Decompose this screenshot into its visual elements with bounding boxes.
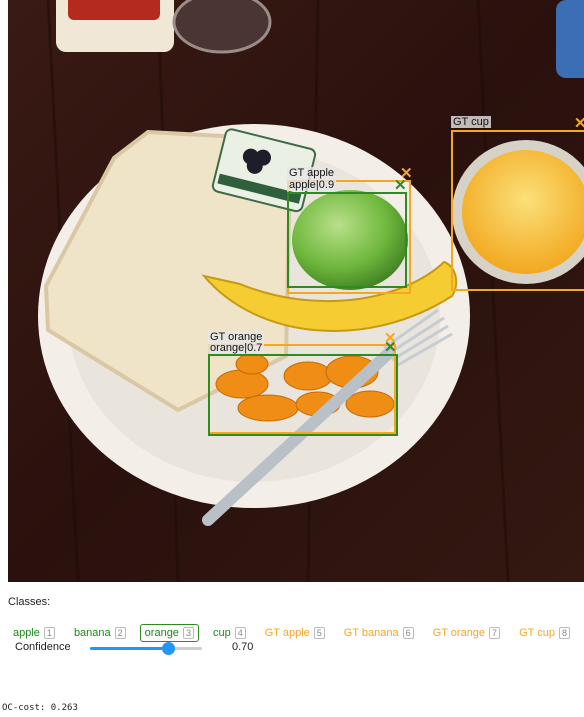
- class-chip-label: GT orange: [432, 627, 486, 639]
- class-chip-cup[interactable]: cup 4: [208, 624, 251, 642]
- gt-cup-label: GT cup: [451, 116, 491, 128]
- confidence-value: 0.70: [232, 641, 254, 653]
- classes-title: Classes:: [8, 596, 51, 608]
- class-chip-label: GT cup: [519, 627, 555, 639]
- slider-fill: [90, 647, 169, 650]
- class-chip-gt-apple[interactable]: GT apple 5: [260, 624, 330, 642]
- confidence-label: Confidence: [15, 641, 71, 653]
- shortcut-key: 1: [43, 627, 55, 639]
- class-chip-gt-cup[interactable]: GT cup 8: [514, 624, 575, 642]
- class-chip-label: banana: [73, 627, 111, 639]
- pred-orange-box: [208, 354, 398, 436]
- class-chip-orange[interactable]: orange 3: [139, 624, 199, 642]
- class-chip-apple[interactable]: apple 1: [8, 624, 60, 642]
- pred-apple-corner-x-icon: ✕: [394, 177, 407, 194]
- class-chip-gt-banana[interactable]: GT banana 6: [339, 624, 419, 642]
- pred-orange-corner-x-icon: ✕: [384, 339, 397, 356]
- shortcut-key: 2: [114, 627, 126, 639]
- oc-cost-readout: OC-cost: 0.263: [2, 703, 78, 713]
- shortcut-key: 5: [313, 627, 325, 639]
- gt-cup-box: [451, 130, 584, 291]
- class-chip-label: GT banana: [343, 627, 399, 639]
- shortcut-key: 4: [234, 627, 246, 639]
- class-chip-label: apple: [13, 627, 40, 639]
- shortcut-key: 8: [558, 627, 570, 639]
- class-chip-banana[interactable]: banana 2: [69, 624, 131, 642]
- pred-orange-label: orange|0.7: [208, 342, 265, 354]
- shortcut-key: 3: [182, 627, 194, 639]
- class-chip-label: GT apple: [264, 627, 310, 639]
- pred-apple-label: apple|0.9: [287, 179, 337, 191]
- class-chip-gt-orange[interactable]: GT orange 7: [428, 624, 505, 642]
- shortcut-key: 6: [402, 627, 414, 639]
- pred-apple-box: [287, 192, 407, 288]
- class-selector: apple 1 banana 2 orange 3 cup 4 GT apple…: [8, 622, 584, 644]
- gt-apple-label: GT apple: [287, 167, 337, 179]
- confidence-slider[interactable]: [90, 642, 202, 655]
- detection-image: GT cup ✕ GT apple ✕ apple|0.9 ✕ GT orang…: [8, 0, 584, 582]
- slider-thumb[interactable]: [162, 642, 176, 655]
- gt-cup-corner-x-icon: ✕: [574, 115, 584, 132]
- class-chip-label: cup: [212, 627, 231, 639]
- shortcut-key: 7: [489, 627, 501, 639]
- class-chip-label: orange: [144, 627, 179, 639]
